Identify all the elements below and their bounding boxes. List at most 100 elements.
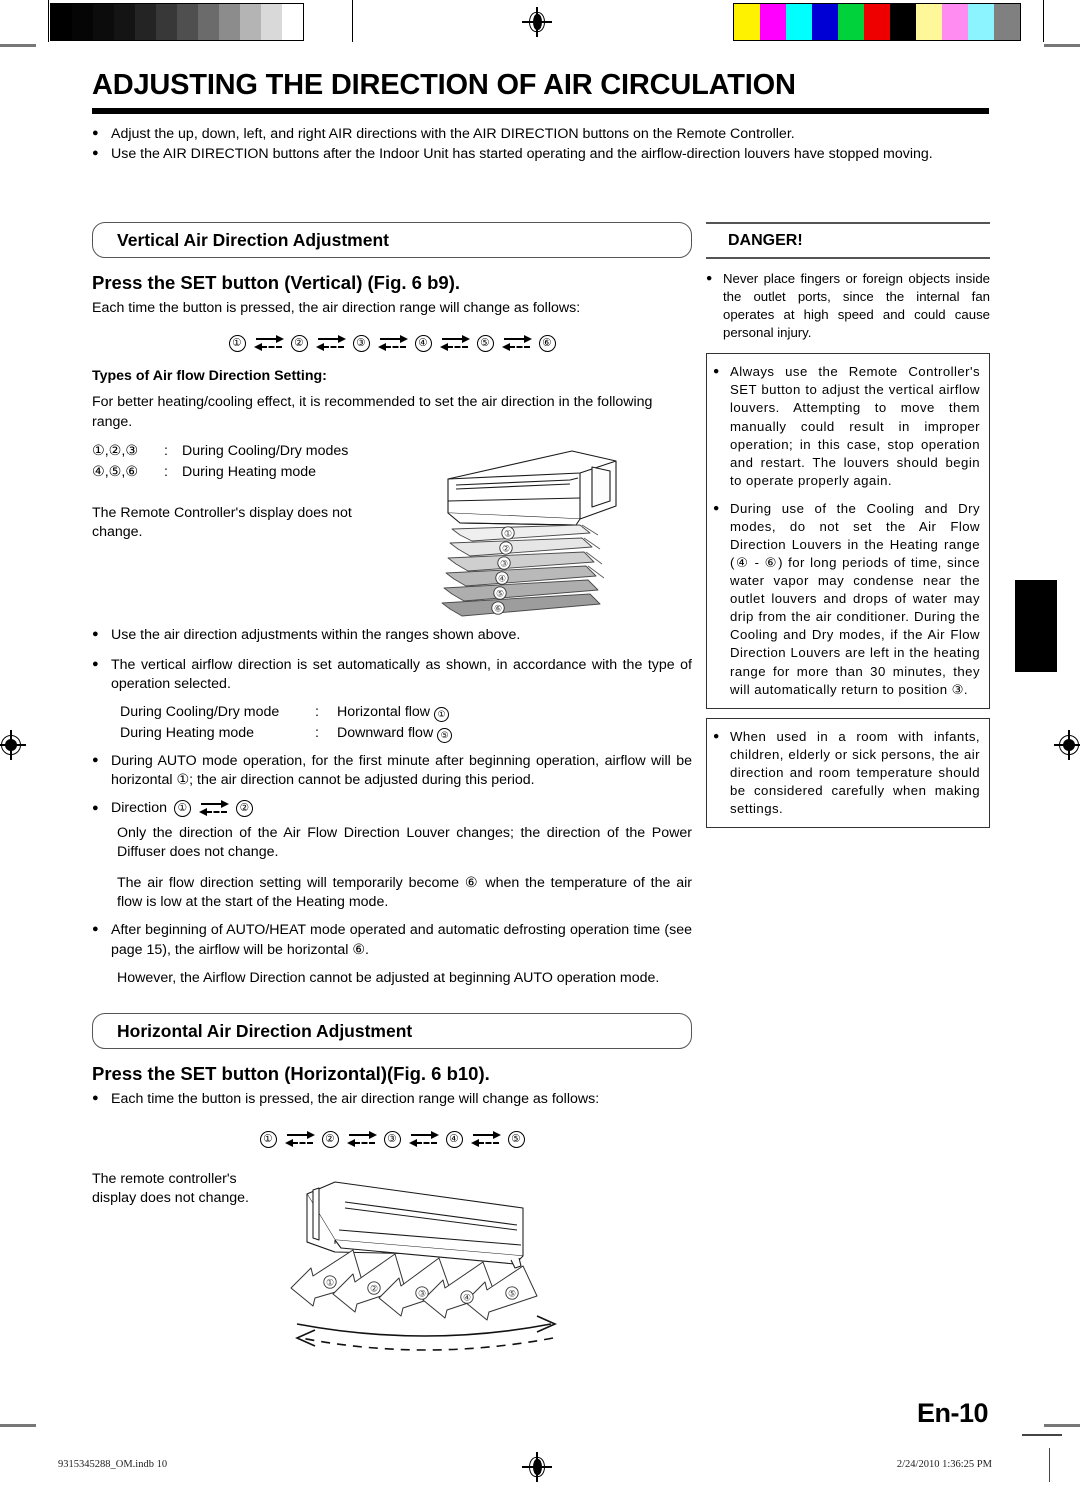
horizontal-lead-bullet: ● Each time the button is pressed, the a… xyxy=(92,1090,692,1109)
flow-mode-row: During Cooling/Dry mode : Horizontal flo… xyxy=(120,702,692,723)
title-underline xyxy=(92,108,989,114)
mode-range-keys: ④,⑤,⑥ xyxy=(92,463,139,480)
sequence-number: ④ xyxy=(414,335,432,353)
flow-mode-colon: : xyxy=(315,703,319,720)
horizontal-airflow-illustration: ① ② ③ ④ ⑤ xyxy=(275,1172,615,1367)
manual-page: ADJUSTING THE DIRECTION OF AIR CIRCULATI… xyxy=(0,0,1080,1491)
danger-title: DANGER! xyxy=(728,232,803,249)
section-header-vertical-label: Vertical Air Direction Adjustment xyxy=(117,229,389,250)
intro-bullet-list: ● Adjust the up, down, left, and right A… xyxy=(92,125,992,165)
bidirectional-arrow-icon xyxy=(198,800,229,817)
flow-mode-colon: : xyxy=(315,725,319,742)
horizontal-remote-note: The remote controller's display does not… xyxy=(92,1171,249,1207)
svg-text:③: ③ xyxy=(418,1288,426,1298)
svg-text:④: ④ xyxy=(463,1292,471,1302)
section-header-vertical: Vertical Air Direction Adjustment xyxy=(92,222,692,258)
bidirectional-arrow-icon xyxy=(377,335,408,352)
vertical-heading: Press the SET button (Vertical) (Fig. 6 … xyxy=(92,272,461,293)
bidirectional-arrow-icon xyxy=(315,335,346,352)
bullet-dot-icon: ● xyxy=(92,1092,99,1104)
sequence-number: ② xyxy=(290,335,308,353)
bullet-dot-icon: ● xyxy=(92,127,99,139)
svg-text:⑤: ⑤ xyxy=(496,588,504,598)
svg-text:⑥: ⑥ xyxy=(494,603,502,613)
svg-text:②: ② xyxy=(370,1283,378,1293)
footer-file-name: 9315345288_OM.indb 10 xyxy=(58,1459,168,1470)
footer-rule-horizontal xyxy=(1022,1434,1062,1436)
direction-change-content: Direction ① ② xyxy=(111,799,692,818)
intro-bullet-text: Use the AIR DIRECTION buttons after the … xyxy=(111,146,933,163)
sequence-number: ⑤ xyxy=(476,335,494,353)
vertical-bullet-text: The vertical airflow direction is set au… xyxy=(111,656,692,692)
footer-timestamp: 2/24/2010 1:36:25 PM xyxy=(896,1459,992,1470)
svg-text:⑤: ⑤ xyxy=(508,1288,516,1298)
defrost-text: After beginning of AUTO/HEAT mode operat… xyxy=(111,922,692,958)
bidirectional-arrow-icon xyxy=(253,335,284,352)
danger-body: ● Never place fingers or foreign objects… xyxy=(706,259,990,829)
vertical-lead-text: Each time the button is pressed, the air… xyxy=(92,300,581,316)
svg-text:①: ① xyxy=(504,528,512,538)
section-header-horizontal: Horizontal Air Direction Adjustment xyxy=(92,1013,692,1049)
however-paragraph: However, the Airflow Direction cannot be… xyxy=(117,969,660,986)
danger-bullet-item: ● Never place fingers or foreign objects… xyxy=(706,270,990,342)
louver-paragraph: Only the direction of the Air Flow Direc… xyxy=(117,825,692,861)
sequence-number: ① xyxy=(228,335,246,353)
danger-bullet-text: Never place fingers or foreign objects i… xyxy=(723,271,990,341)
flow-mode-name: During Heating mode xyxy=(120,725,255,742)
vertical-airflow-illustration: ① ② ③ ④ ⑤ ⑥ xyxy=(430,443,645,643)
svg-text:②: ② xyxy=(502,543,510,553)
vertical-bullet-item: ● The vertical airflow direction is set … xyxy=(92,656,692,694)
danger-warning-box: ● Always use the Remote Controller's SET… xyxy=(706,353,990,709)
vertical-bullet-item: ● After beginning of AUTO/HEAT mode oper… xyxy=(92,921,692,959)
direction-to-number: ② xyxy=(235,800,253,817)
flow-mode-text: Downward flow xyxy=(337,725,434,742)
bidirectional-arrow-icon xyxy=(501,335,532,352)
mode-range-colon: : xyxy=(164,442,168,459)
bullet-dot-icon: ● xyxy=(92,657,99,670)
types-intro-text: For better heating/cooling effect, it is… xyxy=(92,394,653,430)
intro-bullet-item: ● Adjust the up, down, left, and right A… xyxy=(92,125,992,144)
flow-mode-value: Downward flow ⑤ xyxy=(337,723,453,744)
bidirectional-arrow-icon xyxy=(346,1131,377,1148)
left-column: Vertical Air Direction Adjustment Press … xyxy=(92,222,692,1213)
bidirectional-arrow-icon xyxy=(470,1131,501,1148)
types-label: Types of Air flow Direction Setting: xyxy=(92,368,327,385)
vertical-sequence-diagram: ① ② ③ ④ ⑤ ⑥ xyxy=(92,335,692,353)
horizontal-airflow-svg: ① ② ③ ④ ⑤ xyxy=(290,1181,557,1351)
mode-range-value: During Cooling/Dry modes xyxy=(182,442,349,459)
bidirectional-arrow-icon xyxy=(284,1131,315,1148)
sequence-number: ⑤ xyxy=(507,1131,525,1149)
danger-boxed-text: When used in a room with infants, childr… xyxy=(730,728,980,817)
horizontal-sequence-diagram: ① ② ③ ④ ⑤ xyxy=(92,1131,692,1149)
flow-mode-text: Horizontal flow xyxy=(337,703,431,720)
mode-range-value: During Heating mode xyxy=(182,463,317,480)
bullet-dot-icon: ● xyxy=(92,923,99,936)
bullet-dot-icon: ● xyxy=(706,272,713,284)
section-header-horizontal-label: Horizontal Air Direction Adjustment xyxy=(117,1020,413,1041)
svg-text:③: ③ xyxy=(500,558,508,568)
svg-text:①: ① xyxy=(326,1277,334,1287)
flow-mode-number: ⑤ xyxy=(437,728,453,744)
bullet-dot-icon: ● xyxy=(92,628,99,641)
mode-range-colon: : xyxy=(164,463,168,480)
bidirectional-arrow-icon xyxy=(439,335,470,352)
danger-panel: DANGER! ● Never place fingers or foreign… xyxy=(706,222,990,829)
danger-boxed-text: Always use the Remote Controller's SET b… xyxy=(730,364,980,488)
flow-mode-row: During Heating mode : Downward flow ⑤ xyxy=(120,723,692,744)
danger-boxed-item: ● Always use the Remote Controller's SET… xyxy=(713,363,980,490)
svg-text:④: ④ xyxy=(498,573,506,583)
bidirectional-arrow-icon xyxy=(408,1131,439,1148)
flow-mode-name: During Cooling/Dry mode xyxy=(120,703,280,720)
auto-mode-text: During AUTO mode operation, for the firs… xyxy=(111,752,692,788)
vertical-remote-note: The Remote Controller's display does not… xyxy=(92,505,352,541)
bullet-dot-icon: ● xyxy=(92,753,99,766)
sequence-number: ⑥ xyxy=(538,335,556,353)
flow-mode-value: Horizontal flow ① xyxy=(337,702,449,723)
sequence-number: ④ xyxy=(445,1131,463,1149)
bullet-dot-icon: ● xyxy=(713,729,720,742)
bullet-dot-icon: ● xyxy=(92,147,99,160)
mode-range-keys: ①,②,③ xyxy=(92,442,139,459)
sequence-number: ① xyxy=(259,1131,277,1149)
bullet-dot-icon: ● xyxy=(713,501,720,514)
sequence-number: ③ xyxy=(383,1131,401,1149)
